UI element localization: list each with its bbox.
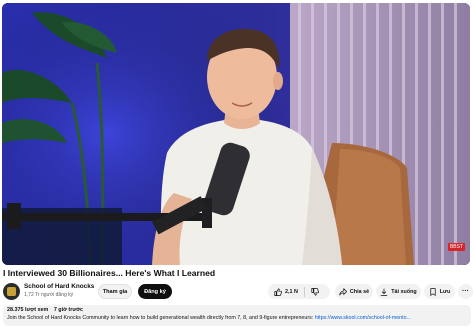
join-button[interactable]: Tham gia [98, 284, 132, 299]
like-dislike-group: 2,1 N [268, 284, 330, 299]
description-text: Join the School of Hard Knocks Community… [7, 315, 467, 321]
download-icon [380, 288, 388, 296]
video-frame [2, 3, 470, 265]
description-body: Join the School of Hard Knocks Community… [7, 315, 315, 321]
thumbs-down-icon [311, 287, 319, 296]
more-actions-button[interactable]: ··· [458, 284, 473, 299]
save-label: Lưu [439, 288, 451, 295]
video-player[interactable]: BBST [2, 3, 470, 265]
subscribe-button[interactable]: Đăng ký [138, 284, 172, 299]
video-title: I Interviewed 30 Billionaires... Here's … [3, 268, 216, 278]
save-button[interactable]: Lưu [424, 284, 455, 299]
share-icon [339, 287, 347, 296]
description-link[interactable]: https://www.skool.com/school-of-mento... [315, 315, 411, 321]
save-icon [429, 287, 437, 296]
channel-avatar[interactable] [3, 283, 20, 300]
like-button[interactable]: 2,1 N [268, 284, 304, 299]
share-button[interactable]: Chia sẻ [335, 284, 373, 299]
description-box[interactable]: 28.375 lượt xem 7 giờ trước Join the Sch… [3, 305, 471, 326]
dislike-button[interactable] [305, 284, 325, 299]
video-watermark: BBST [447, 243, 465, 251]
upload-time: 7 giờ trước [53, 307, 84, 313]
channel-name[interactable]: School of Hard Knocks [24, 283, 94, 290]
like-count: 2,1 N [285, 288, 298, 295]
video-meta: 28.375 lượt xem 7 giờ trước [7, 307, 467, 313]
subscriber-count: 1,72 Tr người đăng ký [24, 292, 74, 298]
view-count: 28.375 lượt xem [7, 307, 49, 313]
channel-row: School of Hard Knocks 1,72 Tr người đăng… [3, 282, 473, 302]
download-label: Tải xuống [391, 288, 417, 295]
share-label: Chia sẻ [349, 288, 370, 295]
download-button[interactable]: Tải xuống [376, 284, 421, 299]
thumbs-up-icon [274, 287, 282, 296]
